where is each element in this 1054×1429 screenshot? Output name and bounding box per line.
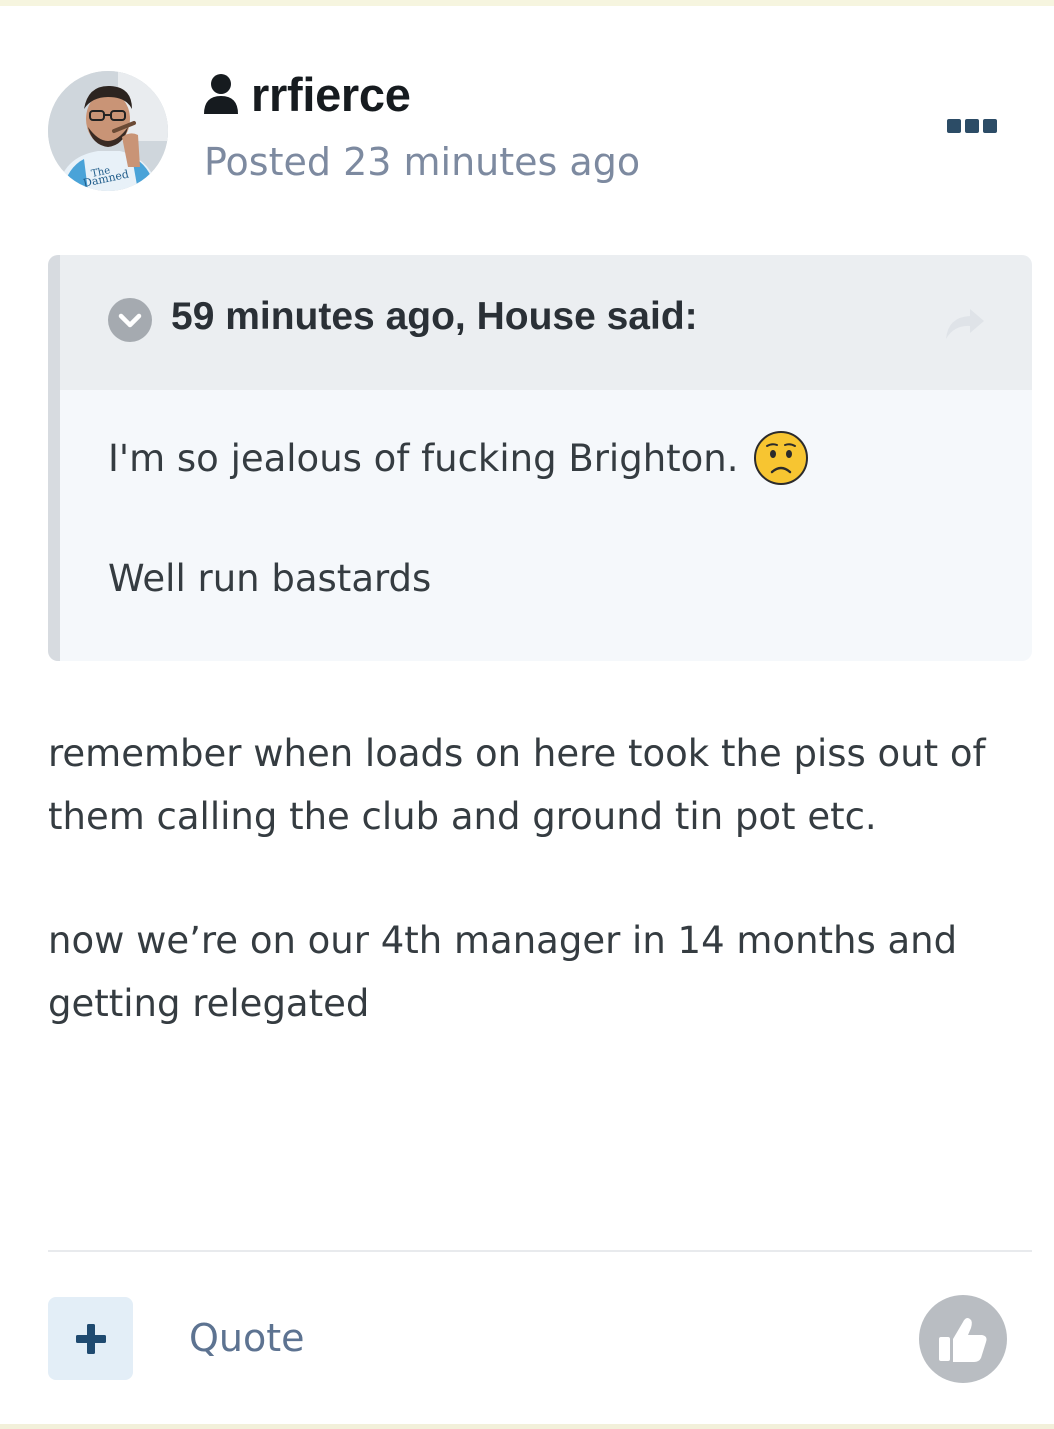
- share-arrow-icon[interactable]: [940, 303, 990, 343]
- quote-line-1: I'm so jealous of fucking Brighton.: [108, 436, 739, 480]
- quote-text-line-2: Well run bastards: [108, 557, 432, 600]
- ellipsis-dot: [947, 119, 961, 133]
- author-name[interactable]: rrfierce: [251, 67, 411, 122]
- post-body-line: now we’re on our 4th manager in 14 month…: [48, 919, 958, 962]
- post-body-line: getting relegated: [48, 982, 370, 1025]
- quote-border: [48, 255, 60, 661]
- plus-icon: [75, 1323, 106, 1354]
- quote-header: 59 minutes ago, House said:: [60, 255, 1032, 390]
- ellipsis-dot: [983, 119, 997, 133]
- author-avatar[interactable]: The Damned: [48, 71, 168, 191]
- worried-face-emoji-icon: [753, 431, 808, 485]
- bottom-border: [0, 1424, 1054, 1429]
- post-body-line: them calling the club and ground tin pot…: [48, 795, 877, 838]
- thumbs-up-glyph: [939, 1318, 987, 1362]
- ellipsis-icon[interactable]: [940, 110, 1004, 142]
- quote-text-line: I'm so jealous of fucking Brighton.: [108, 430, 809, 486]
- chevron-down-icon[interactable]: [108, 298, 152, 342]
- ellipsis-dot: [965, 119, 979, 133]
- quote-block: 59 minutes ago, House said: I'm so jealo…: [48, 255, 1032, 661]
- post-timestamp: Posted 23 minutes ago: [204, 140, 641, 184]
- top-border: [0, 0, 1054, 6]
- post-author[interactable]: rrfierce: [203, 66, 411, 122]
- quote-citation[interactable]: 59 minutes ago, House said:: [171, 295, 698, 339]
- thumbs-up-icon[interactable]: [919, 1295, 1007, 1383]
- avatar-photo: The Damned: [48, 71, 168, 191]
- footer-divider: [48, 1250, 1032, 1252]
- quote-button[interactable]: Quote: [189, 1316, 305, 1360]
- post-body-line: remember when loads on here took the pis…: [48, 732, 986, 775]
- multiquote-add-button[interactable]: [48, 1297, 133, 1380]
- person-icon: [204, 74, 238, 114]
